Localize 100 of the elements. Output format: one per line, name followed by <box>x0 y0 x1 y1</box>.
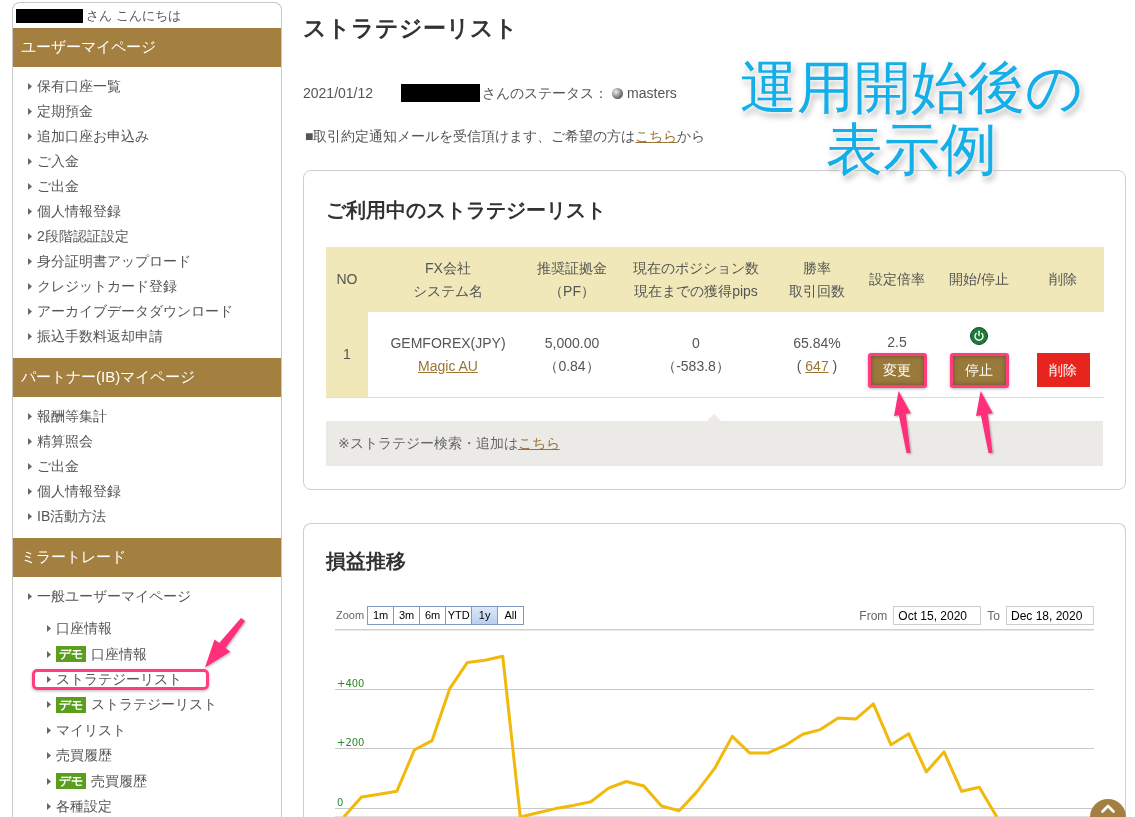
annotation-text: 運用開始後の表示例 <box>738 56 1084 180</box>
sidebar-link[interactable]: 2段階認証設定 <box>13 226 132 247</box>
triangle-icon <box>28 233 32 240</box>
chevron-up-icon <box>1101 803 1115 813</box>
link[interactable]: こちら <box>635 128 678 144</box>
link[interactable]: こちら <box>517 435 560 451</box>
zoom-button[interactable]: 1y <box>471 606 499 625</box>
sidebar-link[interactable]: 報酬等集計 <box>13 406 110 427</box>
triangle-icon <box>28 183 32 190</box>
triangle-icon <box>28 333 32 340</box>
triangle-icon <box>28 133 32 140</box>
triangle-icon <box>28 108 32 115</box>
zoom-button[interactable]: 1m <box>367 606 395 625</box>
rate-value: 2.5 <box>887 333 907 351</box>
sidebar-link[interactable]: デモ 売買履歴 <box>32 770 150 792</box>
triangle-icon <box>47 802 51 810</box>
position-count: 0 <box>692 333 700 353</box>
card-title: ご利用中のストラテジーリスト <box>326 198 607 223</box>
sidebar-link[interactable]: IB活動方法 <box>13 506 110 527</box>
triangle-icon <box>47 675 51 683</box>
zoom-button[interactable]: All <box>497 606 525 625</box>
change-button[interactable]: 変更 <box>867 353 927 388</box>
sidebar-link[interactable]: 口座情報 <box>32 618 115 640</box>
sidebar-link[interactable]: 振込手数料返却申請 <box>13 326 166 347</box>
page-title: ストラテジーリスト <box>303 14 519 43</box>
triangle-icon <box>47 701 51 709</box>
system-link[interactable]: Magic AU <box>418 354 478 378</box>
zoom-button[interactable]: YTD <box>445 606 473 625</box>
notice-text: ■取引約定通知メールを受信頂けます、ご希望の方は こちらから <box>305 127 707 145</box>
sidebar-link[interactable]: 個人情報登録 <box>13 481 124 502</box>
column-header: （PF） <box>549 281 595 301</box>
triangle-icon <box>28 158 32 165</box>
demo-badge: デモ <box>56 646 86 663</box>
column-header: 開始/停止 <box>949 270 1009 289</box>
triangle-icon <box>28 83 32 90</box>
column-header: 現在のポジション数 <box>633 258 759 278</box>
zoom-label: Zoom <box>336 608 365 624</box>
section-header: パートナー(IB)マイページ <box>13 358 281 397</box>
status-label: さんのステータス： <box>482 83 609 103</box>
triangle-icon <box>28 488 32 495</box>
triangle-icon <box>28 413 32 420</box>
sidebar-link[interactable]: 保有口座一覧 <box>13 76 124 97</box>
annotation-arrow <box>976 391 994 454</box>
sidebar-link[interactable]: 身分証明書アップロード <box>13 251 194 272</box>
triangle-icon <box>28 308 32 315</box>
column-header: 現在までの獲得pips <box>634 281 758 301</box>
sidebar-link[interactable]: ストラテジーリスト <box>32 668 209 690</box>
zoom-button[interactable]: 6m <box>419 606 447 625</box>
triangle-icon <box>28 463 32 470</box>
y-tick-label: 0 <box>337 796 344 808</box>
win-rate: 65.84% <box>793 333 841 353</box>
triangle-icon <box>47 752 51 760</box>
trade-count: ( 647 ) <box>796 356 838 376</box>
section-header: ミラートレード <box>13 538 281 577</box>
search-note: ※ストラテジー検索・追加は こちら <box>338 434 560 453</box>
stop-button[interactable]: 停止 <box>949 353 1009 388</box>
delete-button[interactable]: 削除 <box>1036 353 1090 387</box>
demo-badge: デモ <box>56 696 86 713</box>
triangle-icon <box>28 258 32 265</box>
sidebar-link[interactable]: 一般ユーザーマイページ <box>13 586 194 607</box>
sidebar-link[interactable]: アーカイブデータダウンロード <box>13 301 236 322</box>
column-header: 推奨証拠金 <box>537 258 607 278</box>
sidebar-link[interactable]: 各種設定 <box>32 795 115 817</box>
triangle-icon <box>28 593 32 600</box>
column-header: FX会社 <box>425 258 471 278</box>
pips-value: （-583.8） <box>662 356 730 376</box>
sidebar-link[interactable]: 個人情報登録 <box>13 201 124 222</box>
sidebar-link[interactable]: 売買履歴 <box>32 745 115 767</box>
sidebar-link[interactable]: ご入金 <box>13 151 82 172</box>
margin-value: 5,000.00 <box>544 333 600 353</box>
column-header: 取引回数 <box>789 281 845 301</box>
sidebar-link[interactable]: デモ 口座情報 <box>32 643 150 665</box>
triangle-icon <box>47 625 51 633</box>
column-header: システム名 <box>413 281 483 301</box>
zoom-button[interactable]: 3m <box>393 606 421 625</box>
sidebar-link[interactable]: マイリスト <box>32 719 129 741</box>
triangle-icon <box>28 283 32 290</box>
annotation-arrow <box>205 618 245 668</box>
sphere-icon <box>612 87 624 99</box>
demo-badge: デモ <box>56 773 86 790</box>
status-value: masters <box>627 83 677 103</box>
sidebar-link[interactable]: デモ ストラテジーリスト <box>32 694 220 716</box>
date-input[interactable]: Dec 18, 2020 <box>1006 606 1094 625</box>
sidebar-link[interactable]: 定期預金 <box>13 101 96 122</box>
status-date: 2021/01/12 <box>303 83 374 103</box>
triangle-icon <box>28 513 32 520</box>
sidebar-link[interactable]: 精算照会 <box>13 431 96 452</box>
row-number-cell: 1 <box>326 312 368 397</box>
sidebar-link[interactable]: ご出金 <box>13 456 82 477</box>
trade-count-link[interactable]: 647 <box>805 357 829 374</box>
company-name: GEMFOREX(JPY) <box>390 333 506 353</box>
triangle-icon <box>47 726 51 734</box>
y-tick-label: +400 <box>337 677 365 689</box>
card-title: 損益推移 <box>326 549 407 574</box>
date-input[interactable]: Oct 15, 2020 <box>893 606 982 625</box>
column-header: 勝率 <box>803 258 831 278</box>
sidebar-link[interactable]: ご出金 <box>13 176 82 197</box>
annotation-arrow <box>894 391 912 454</box>
sidebar-link[interactable]: 追加口座お申込み <box>13 126 152 147</box>
sidebar-link[interactable]: クレジットカード登録 <box>13 276 180 297</box>
